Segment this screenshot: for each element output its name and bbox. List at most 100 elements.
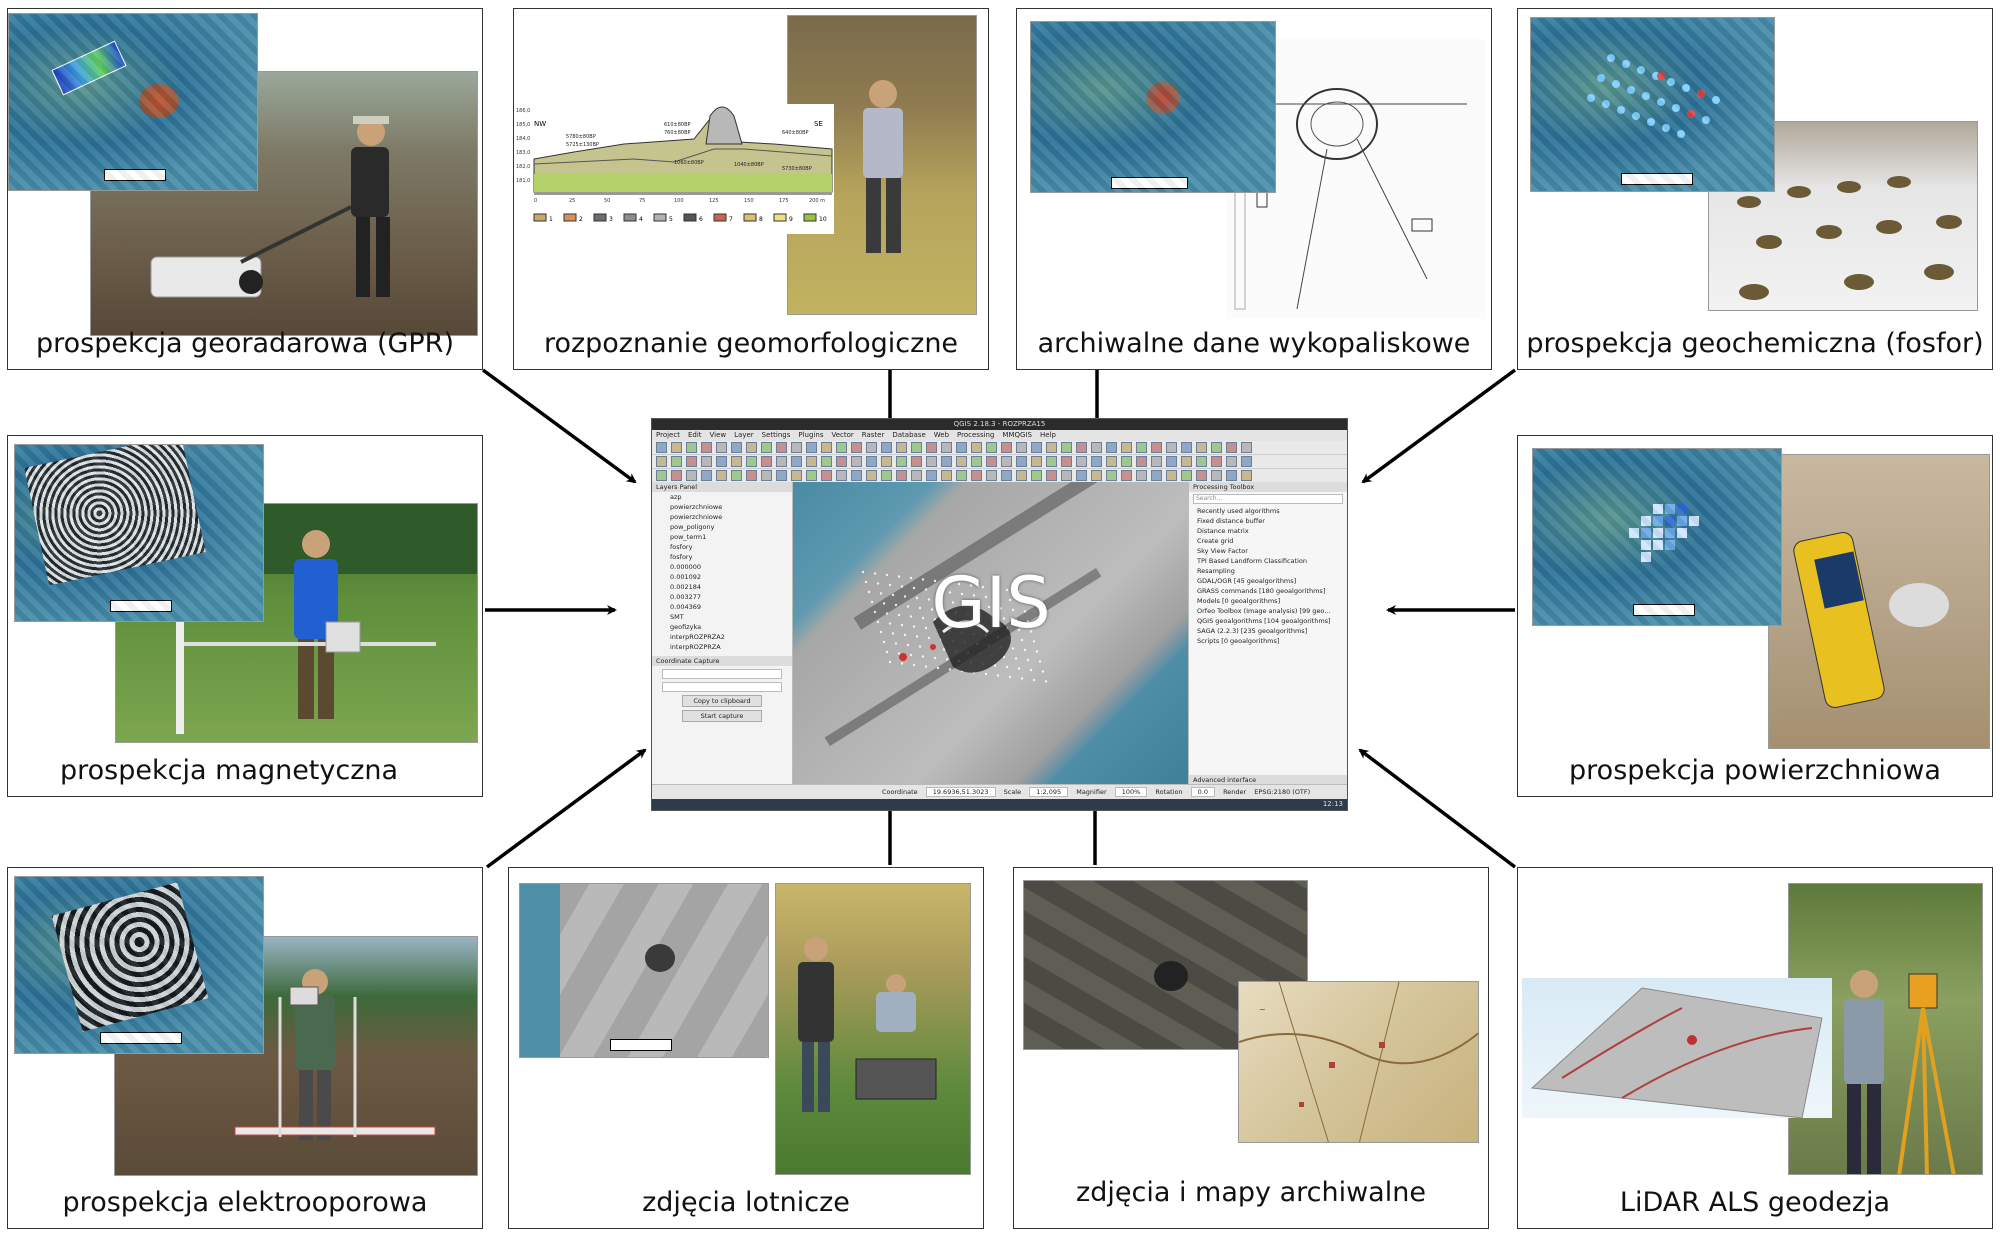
toolbar-tool-icon[interactable]	[1196, 442, 1207, 453]
menu-item-10[interactable]: Processing	[957, 431, 994, 439]
toolbar-tool-icon[interactable]	[896, 442, 907, 453]
toolbox-item[interactable]: TPI Based Landform Classification	[1189, 556, 1347, 566]
toolbox-item[interactable]: Orfeo Toolbox (Image analysis) [99 geo..…	[1189, 606, 1347, 616]
toolbar-tool-icon[interactable]	[1031, 442, 1042, 453]
toolbar-tool-icon[interactable]	[776, 456, 787, 467]
toolbar-tool-icon[interactable]	[926, 456, 937, 467]
toolbar-tool-icon[interactable]	[866, 456, 877, 467]
toolbar-tool-icon[interactable]	[1031, 456, 1042, 467]
menu-item-12[interactable]: Help	[1040, 431, 1056, 439]
toolbar-tool-icon[interactable]	[1241, 456, 1252, 467]
start-capture-button[interactable]: Start capture	[682, 710, 762, 722]
toolbar-tool-icon[interactable]	[1016, 456, 1027, 467]
toolbar-tool-icon[interactable]	[881, 456, 892, 467]
toolbar-tool-icon[interactable]	[761, 442, 772, 453]
toolbar-tool-icon[interactable]	[1016, 470, 1027, 481]
toolbar-tool-icon[interactable]	[806, 442, 817, 453]
toolbar-tool-icon[interactable]	[1166, 442, 1177, 453]
toolbar-tool-icon[interactable]	[851, 470, 862, 481]
toolbar-tool-icon[interactable]	[1091, 456, 1102, 467]
toolbar-tool-icon[interactable]	[926, 442, 937, 453]
status-rotation[interactable]: 0.0	[1190, 787, 1215, 797]
toolbar-tool-icon[interactable]	[1226, 456, 1237, 467]
toolbar-tool-icon[interactable]	[1001, 470, 1012, 481]
toolbar-tool-icon[interactable]	[731, 442, 742, 453]
status-render-label[interactable]: Render	[1223, 788, 1246, 796]
toolbar-tool-icon[interactable]	[701, 442, 712, 453]
menu-item-7[interactable]: Raster	[862, 431, 885, 439]
toolbar-tool-icon[interactable]	[716, 442, 727, 453]
toolbar-tool-icon[interactable]	[1136, 456, 1147, 467]
toolbar-tool-icon[interactable]	[1181, 470, 1192, 481]
toolbox-item[interactable]: Models [0 geoalgorithms]	[1189, 596, 1347, 606]
toolbar-tool-icon[interactable]	[881, 442, 892, 453]
toolbar-tool-icon[interactable]	[1211, 442, 1222, 453]
toolbar-tool-icon[interactable]	[1046, 470, 1057, 481]
toolbar-tool-icon[interactable]	[1046, 456, 1057, 467]
toolbar-tool-icon[interactable]	[1001, 442, 1012, 453]
toolbar-tool-icon[interactable]	[1196, 456, 1207, 467]
toolbar-tool-icon[interactable]	[1211, 470, 1222, 481]
layer-item[interactable]: powierzchniowe	[652, 502, 792, 512]
toolbar-tool-icon[interactable]	[1001, 456, 1012, 467]
toolbox-item[interactable]: GRASS commands [180 geoalgorithms]	[1189, 586, 1347, 596]
toolbar-tool-icon[interactable]	[746, 470, 757, 481]
toolbar-tool-icon[interactable]	[1226, 442, 1237, 453]
menu-item-3[interactable]: Layer	[734, 431, 754, 439]
layer-item[interactable]: powierzchniowe	[652, 512, 792, 522]
toolbox-item[interactable]: QGIS geoalgorithms [104 geoalgorithms]	[1189, 616, 1347, 626]
toolbar-tool-icon[interactable]	[836, 456, 847, 467]
toolbar-tool-icon[interactable]	[1151, 442, 1162, 453]
toolbar-tool-icon[interactable]	[911, 470, 922, 481]
layer-item[interactable]: pow_term1	[652, 532, 792, 542]
toolbar-tool-icon[interactable]	[1166, 456, 1177, 467]
toolbar-tool-icon[interactable]	[1151, 470, 1162, 481]
toolbar-tool-icon[interactable]	[911, 442, 922, 453]
toolbar-tool-icon[interactable]	[926, 470, 937, 481]
toolbar-tool-icon[interactable]	[1091, 470, 1102, 481]
toolbar-tool-icon[interactable]	[731, 470, 742, 481]
toolbar-tool-icon[interactable]	[1061, 470, 1072, 481]
layer-item[interactable]: 0.000000	[652, 562, 792, 572]
layer-item[interactable]: SMT	[652, 612, 792, 622]
toolbox-search-input[interactable]: Search...	[1193, 494, 1343, 504]
layer-item[interactable]: pow_poligony	[652, 522, 792, 532]
toolbar-tool-icon[interactable]	[806, 456, 817, 467]
toolbar-tool-icon[interactable]	[716, 456, 727, 467]
toolbar-tool-icon[interactable]	[731, 456, 742, 467]
toolbar-tool-icon[interactable]	[956, 470, 967, 481]
toolbar-tool-icon[interactable]	[776, 470, 787, 481]
toolbar-tool-icon[interactable]	[1016, 442, 1027, 453]
toolbox-item[interactable]: Scripts [0 geoalgorithms]	[1189, 636, 1347, 646]
menu-item-0[interactable]: Project	[656, 431, 680, 439]
toolbar-tool-icon[interactable]	[701, 456, 712, 467]
toolbar-tool-icon[interactable]	[1076, 456, 1087, 467]
menu-item-2[interactable]: View	[710, 431, 727, 439]
toolbar-tool-icon[interactable]	[1031, 470, 1042, 481]
copy-to-clipboard-button[interactable]: Copy to clipboard	[682, 695, 762, 707]
menu-item-8[interactable]: Database	[892, 431, 925, 439]
menu-item-5[interactable]: Plugins	[798, 431, 823, 439]
toolbar-tool-icon[interactable]	[746, 456, 757, 467]
toolbar-tool-icon[interactable]	[761, 456, 772, 467]
menu-item-11[interactable]: MMQGIS	[1002, 431, 1032, 439]
toolbar-tool-icon[interactable]	[866, 442, 877, 453]
layer-item[interactable]: 0.001092	[652, 572, 792, 582]
toolbar-tool-icon[interactable]	[686, 456, 697, 467]
toolbar-tool-icon[interactable]	[971, 470, 982, 481]
toolbox-item[interactable]: SAGA (2.2.3) [235 geoalgorithms]	[1189, 626, 1347, 636]
toolbar-tool-icon[interactable]	[941, 442, 952, 453]
toolbar-tool-icon[interactable]	[1061, 456, 1072, 467]
menu-item-9[interactable]: Web	[934, 431, 949, 439]
toolbar-tool-icon[interactable]	[1106, 442, 1117, 453]
toolbar-tool-icon[interactable]	[1181, 442, 1192, 453]
toolbar-tool-icon[interactable]	[1136, 442, 1147, 453]
coordinate-field-2[interactable]	[662, 682, 782, 692]
toolbar-tool-icon[interactable]	[1046, 442, 1057, 453]
toolbar-tool-icon[interactable]	[791, 456, 802, 467]
layer-item[interactable]: geofizyka	[652, 622, 792, 632]
status-coordinate[interactable]: 19.6936,51.3023	[925, 787, 996, 797]
toolbox-item[interactable]: Resampling	[1189, 566, 1347, 576]
toolbar-tool-icon[interactable]	[1241, 470, 1252, 481]
map-canvas[interactable]: GIS	[793, 482, 1189, 785]
